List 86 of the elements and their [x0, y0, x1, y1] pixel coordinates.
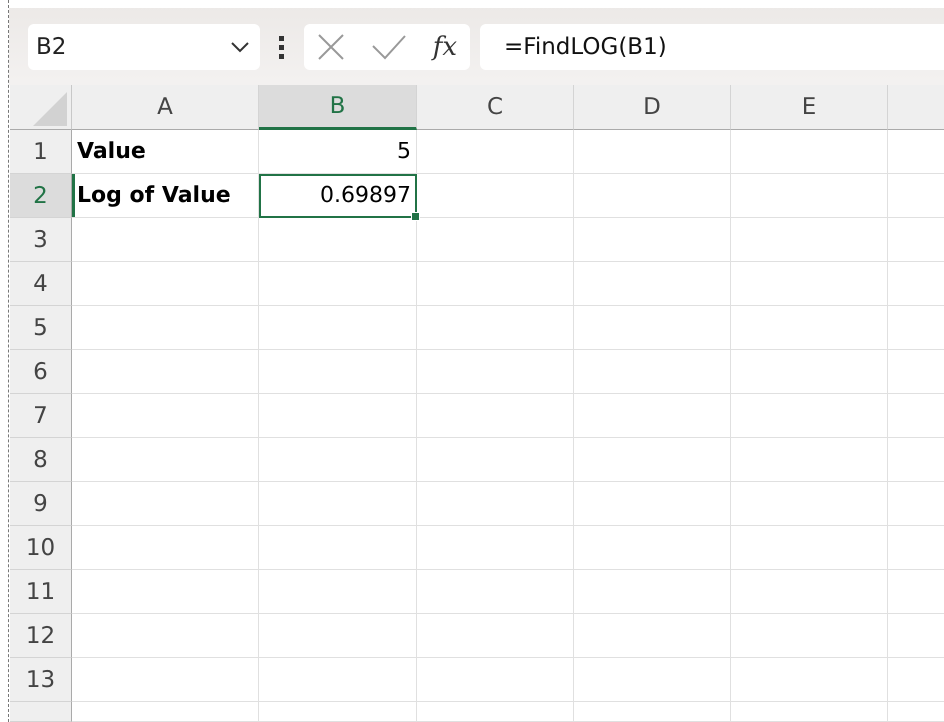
fill-handle[interactable] [411, 212, 420, 221]
row-header[interactable]: 7 [10, 394, 72, 438]
table-cell[interactable] [417, 350, 574, 394]
table-cell[interactable] [417, 218, 574, 262]
table-cell[interactable] [574, 262, 731, 306]
table-cell[interactable] [72, 702, 259, 722]
table-cell[interactable] [417, 174, 574, 218]
table-cell[interactable] [259, 526, 417, 570]
enter-check-icon[interactable] [370, 34, 407, 60]
row-header[interactable]: 2 [10, 174, 72, 218]
table-cell[interactable] [417, 482, 574, 526]
table-cell[interactable] [259, 306, 417, 350]
table-cell[interactable] [574, 306, 731, 350]
table-cell[interactable] [574, 702, 731, 722]
table-cell[interactable] [72, 438, 259, 482]
row-header[interactable] [10, 702, 72, 722]
table-cell[interactable] [259, 482, 417, 526]
table-cell[interactable] [574, 394, 731, 438]
row-header[interactable]: 9 [10, 482, 72, 526]
table-cell[interactable] [72, 570, 259, 614]
table-cell[interactable] [417, 702, 574, 722]
table-cell[interactable] [574, 658, 731, 702]
row-header[interactable]: 10 [10, 526, 72, 570]
cancel-icon[interactable] [316, 32, 345, 60]
row-header[interactable]: 3 [10, 218, 72, 262]
table-cell[interactable] [574, 350, 731, 394]
column-header[interactable]: B [259, 85, 417, 130]
table-cell[interactable] [259, 570, 417, 614]
table-cell[interactable] [417, 614, 574, 658]
more-options-icon[interactable] [278, 34, 286, 58]
table-cell[interactable] [72, 262, 259, 306]
table-cell[interactable] [731, 702, 888, 722]
table-cell[interactable] [259, 438, 417, 482]
column-header[interactable]: C [417, 85, 574, 130]
row-header[interactable]: 5 [10, 306, 72, 350]
table-cell[interactable] [72, 306, 259, 350]
row-header[interactable]: 1 [10, 130, 72, 174]
name-box[interactable]: B2 [28, 24, 260, 70]
table-cell[interactable] [417, 306, 574, 350]
row-header[interactable]: 12 [10, 614, 72, 658]
table-cell[interactable] [574, 438, 731, 482]
table-cell[interactable] [574, 614, 731, 658]
table-cell[interactable] [417, 570, 574, 614]
table-cell[interactable] [574, 570, 731, 614]
table-cell[interactable] [72, 614, 259, 658]
column-header[interactable]: E [731, 85, 888, 130]
table-cell[interactable] [259, 658, 417, 702]
table-cell[interactable] [417, 658, 574, 702]
table-cell[interactable]: Log of Value [72, 174, 259, 218]
column-header[interactable] [888, 85, 944, 130]
table-cell[interactable] [72, 482, 259, 526]
table-cell[interactable] [574, 526, 731, 570]
table-cell[interactable] [72, 658, 259, 702]
table-cell[interactable] [574, 174, 731, 218]
table-cell[interactable] [259, 394, 417, 438]
table-cell[interactable] [417, 526, 574, 570]
chevron-down-icon[interactable] [230, 40, 250, 52]
row-header[interactable]: 8 [10, 438, 72, 482]
formula-field[interactable]: =FindLOG(B1) [480, 24, 944, 70]
table-cell[interactable] [259, 262, 417, 306]
table-cell[interactable] [72, 394, 259, 438]
row-header[interactable]: 11 [10, 570, 72, 614]
table-cell[interactable] [72, 218, 259, 262]
table-cell[interactable] [259, 614, 417, 658]
table-cell[interactable]: Value [72, 130, 259, 174]
table-cell[interactable] [417, 130, 574, 174]
table-cell[interactable]: 0.69897 [259, 174, 417, 218]
row-header[interactable]: 4 [10, 262, 72, 306]
column-header[interactable]: D [574, 85, 731, 130]
table-cell[interactable]: 5 [259, 130, 417, 174]
row-header[interactable]: 13 [10, 658, 72, 702]
table-cell[interactable] [259, 218, 417, 262]
table-cell[interactable] [417, 262, 574, 306]
table-cell[interactable] [574, 218, 731, 262]
table-cell[interactable] [259, 702, 417, 722]
table-cell[interactable] [574, 130, 731, 174]
table-cell[interactable] [417, 438, 574, 482]
column-header[interactable]: A [72, 85, 259, 130]
table-cell[interactable] [574, 482, 731, 526]
table-cell[interactable] [72, 350, 259, 394]
table-cell[interactable] [72, 526, 259, 570]
table-cell[interactable] [417, 394, 574, 438]
select-all-corner[interactable] [10, 85, 72, 130]
row-header[interactable]: 6 [10, 350, 72, 394]
insert-function-button[interactable]: fx [432, 32, 458, 62]
table-cell[interactable] [259, 350, 417, 394]
